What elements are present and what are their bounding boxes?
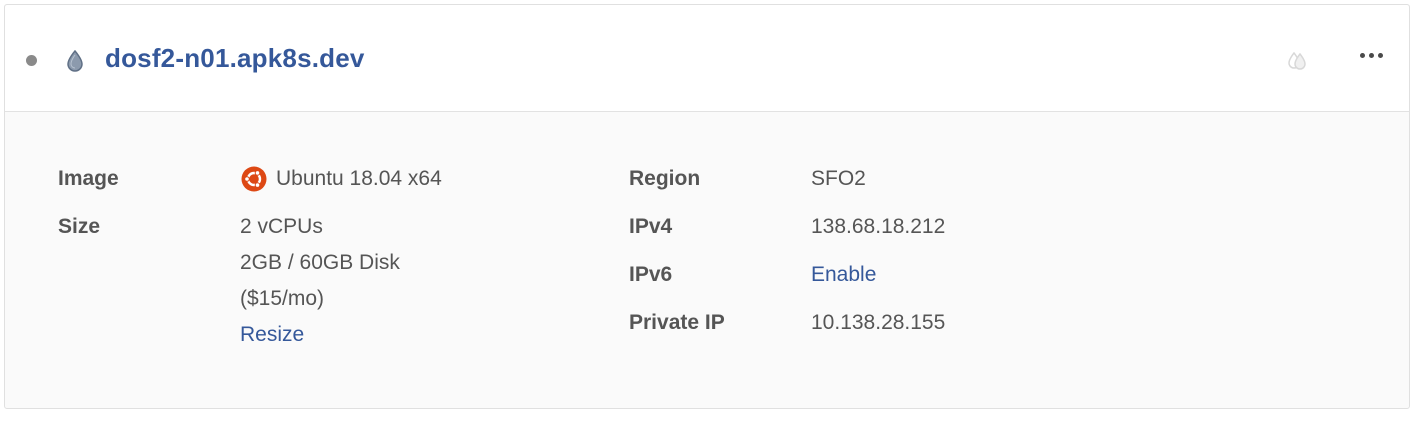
droplet-card: dosf2-n01.apk8s.dev Image Ubuntu 18.04 x… xyxy=(4,4,1410,409)
droplet-name-link[interactable]: dosf2-n01.apk8s.dev xyxy=(105,43,365,74)
enable-ipv6-link[interactable]: Enable xyxy=(811,263,876,287)
size-label: Size xyxy=(58,215,101,238)
ipv4-label: IPv4 xyxy=(629,215,673,238)
droplet-card-header: dosf2-n01.apk8s.dev xyxy=(5,5,1409,112)
size-vcpus: 2 vCPUs xyxy=(240,215,323,238)
resize-link[interactable]: Resize xyxy=(240,323,304,347)
more-options-button[interactable] xyxy=(1354,43,1388,67)
ubuntu-logo-icon xyxy=(241,166,267,192)
size-memory-disk: 2GB / 60GB Disk xyxy=(240,251,400,274)
size-price: ($15/mo) xyxy=(240,287,325,310)
region-label: Region xyxy=(629,167,701,190)
private-ip-value: 10.138.28.155 xyxy=(811,311,946,334)
backups-droplet-icon[interactable] xyxy=(1284,48,1310,74)
more-options-icon xyxy=(1359,52,1365,58)
private-ip-label: Private IP xyxy=(629,311,725,334)
status-indicator xyxy=(26,55,37,66)
region-value: SFO2 xyxy=(811,167,866,190)
ipv4-value: 138.68.18.212 xyxy=(811,215,946,238)
droplet-icon xyxy=(67,49,83,72)
image-value: Ubuntu 18.04 x64 xyxy=(276,167,442,190)
ipv6-label: IPv6 xyxy=(629,263,673,286)
image-label: Image xyxy=(58,167,119,190)
